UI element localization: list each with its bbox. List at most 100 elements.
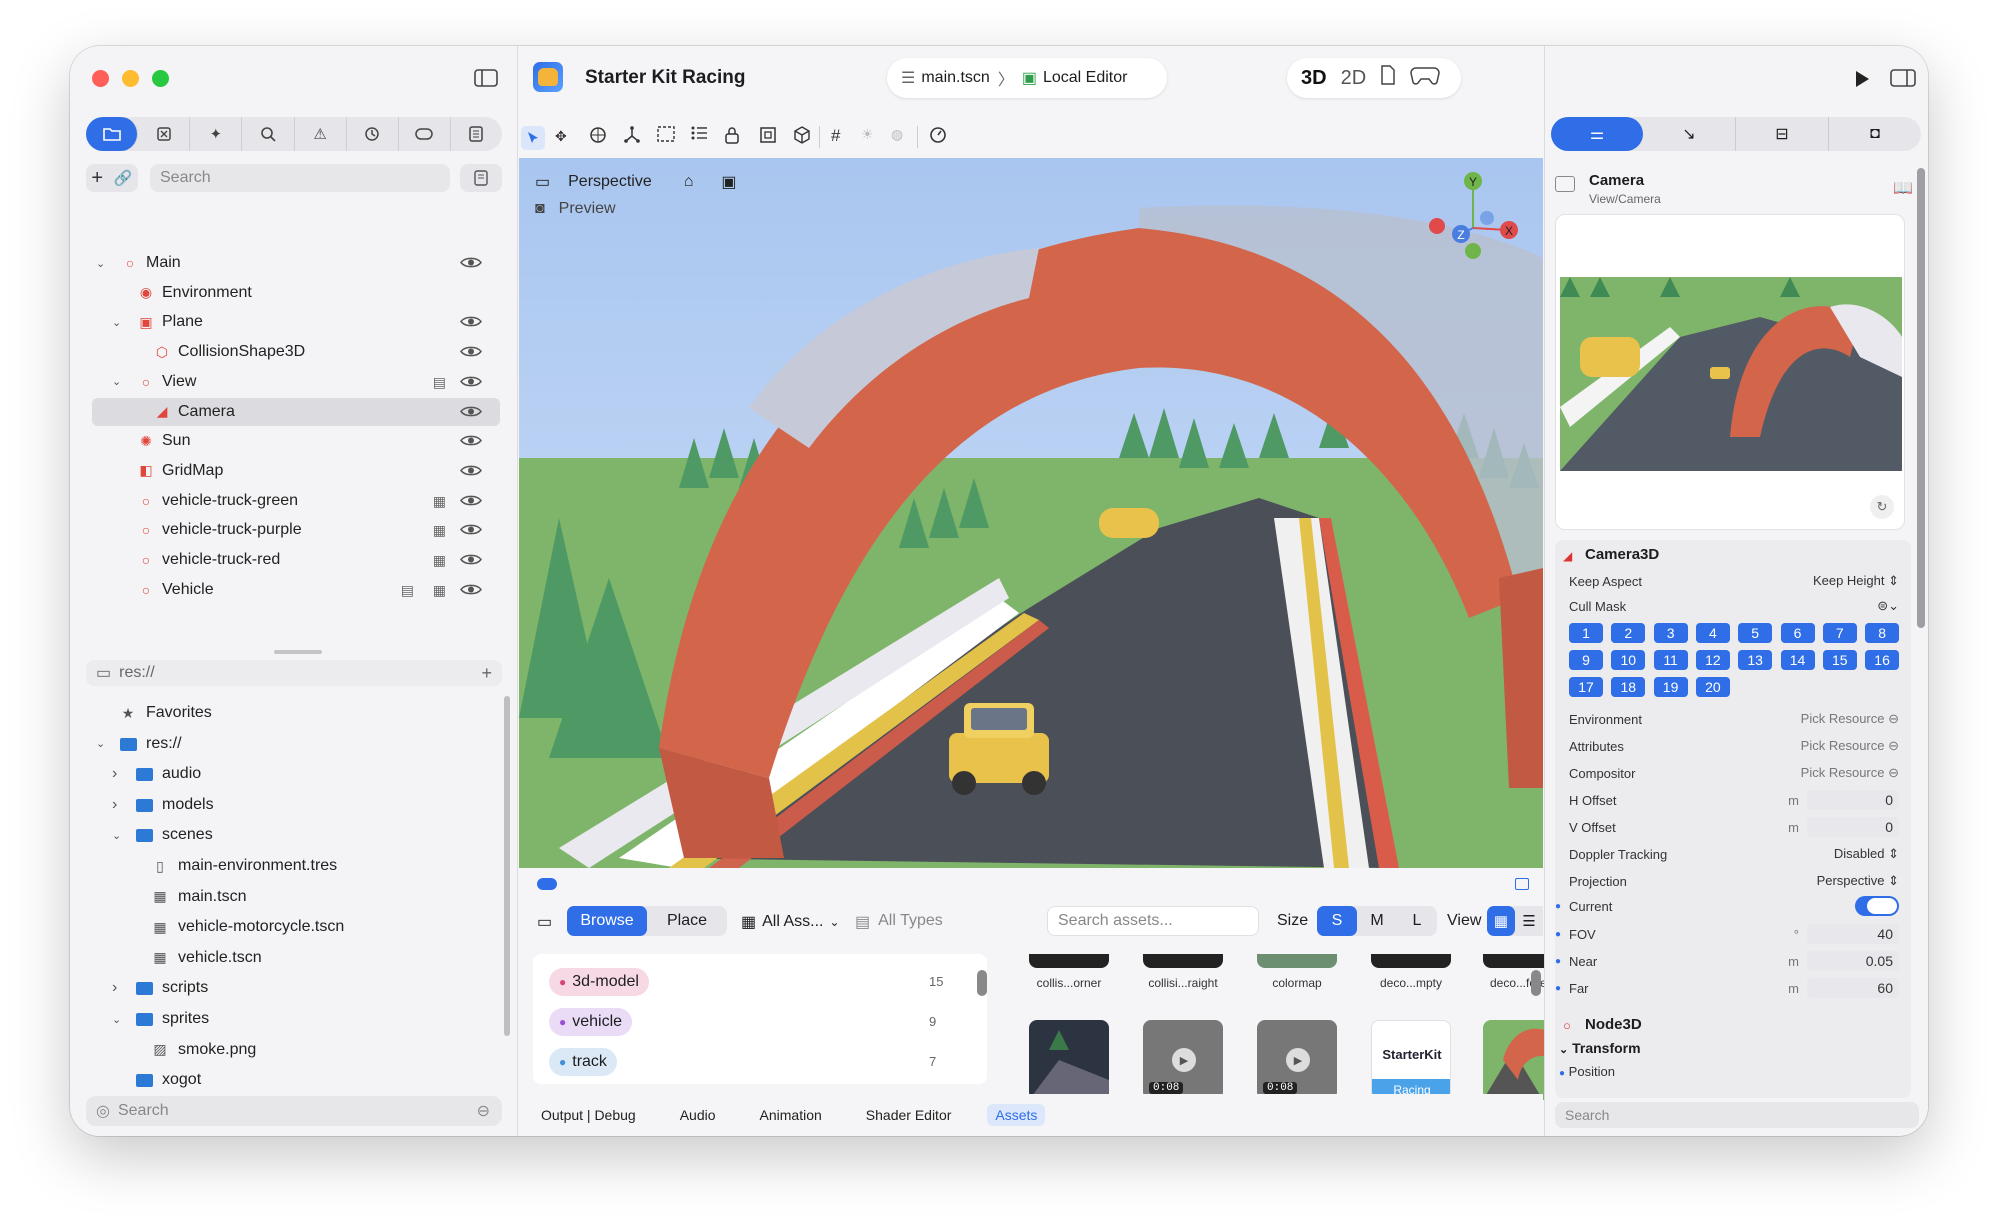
size-s-button[interactable]: S xyxy=(1317,906,1357,936)
cull-layer-button[interactable]: 7 xyxy=(1822,623,1857,643)
sun-preview-icon[interactable]: ☀ xyxy=(861,126,874,143)
asset-thumbnail[interactable] xyxy=(1143,954,1223,968)
scene-node[interactable]: ⬡ CollisionShape3D xyxy=(92,338,500,366)
script-attached-icon[interactable]: ▤ xyxy=(401,582,414,599)
3d-viewport[interactable]: ▭ Perspective ⌂ ▣ ◙ Preview Y X Z xyxy=(519,158,1543,868)
cube-icon[interactable] xyxy=(793,126,811,147)
environment-picker[interactable]: Pick Resource ⊖ xyxy=(1801,711,1899,727)
minimize-window-button[interactable] xyxy=(122,70,139,87)
file-item[interactable]: ▦ main.tscn xyxy=(92,883,500,911)
chevron-right-icon[interactable]: › xyxy=(112,979,126,997)
chevron-down-icon[interactable]: ⌄ xyxy=(96,737,110,750)
play-icon[interactable] xyxy=(1849,66,1875,92)
filesystem-scrollbar[interactable] xyxy=(504,696,510,1036)
file-item[interactable]: ▦ vehicle-motorcycle.tscn xyxy=(92,913,500,941)
inspector-toggle-icon[interactable] xyxy=(1889,66,1917,90)
place-tab[interactable]: Place xyxy=(647,906,727,936)
grid-snap-icon[interactable]: # xyxy=(831,126,840,146)
cull-layer-button[interactable]: 18 xyxy=(1611,677,1646,697)
list-icon[interactable] xyxy=(691,126,707,143)
group-icon[interactable] xyxy=(759,126,777,147)
axis-gizmo[interactable]: Y X Z xyxy=(1423,168,1523,268)
logo-asset-thumbnail[interactable]: StarterKit Racing xyxy=(1371,1020,1451,1100)
bottom-tab[interactable]: Output | Debug xyxy=(533,1104,644,1126)
chevron-down-icon[interactable]: ⌄ xyxy=(112,1013,126,1026)
cull-layer-button[interactable]: 14 xyxy=(1780,650,1815,670)
cull-layer-button[interactable]: 20 xyxy=(1695,677,1730,697)
visibility-eye-icon[interactable] xyxy=(460,434,482,447)
breadcrumb-editor[interactable]: Local Editor xyxy=(1043,69,1128,87)
file-item[interactable]: › models xyxy=(92,791,500,819)
cull-layer-button[interactable]: 13 xyxy=(1738,650,1773,670)
cull-layer-button[interactable]: 6 xyxy=(1780,623,1815,643)
asset-thumbnail[interactable] xyxy=(1257,954,1337,968)
files-tab[interactable] xyxy=(86,117,139,151)
far-field[interactable]: 60 xyxy=(1807,978,1899,998)
cull-layer-button[interactable]: 17 xyxy=(1569,677,1603,697)
scene-node[interactable]: ✺ Sun xyxy=(92,427,500,455)
chevron-right-icon[interactable]: › xyxy=(112,765,126,783)
docs-book-icon[interactable]: 📖 xyxy=(1893,178,1913,198)
cull-layer-button[interactable]: 12 xyxy=(1695,650,1730,670)
mode-2d-button[interactable]: 2D xyxy=(1341,67,1367,90)
cull-layer-button[interactable]: 15 xyxy=(1822,650,1857,670)
projection-select[interactable]: Perspective ⇕ xyxy=(1817,873,1899,889)
bottom-tab[interactable]: Assets xyxy=(987,1104,1046,1126)
inspector-tab-import[interactable]: ◘ xyxy=(1829,117,1921,151)
chevron-down-icon[interactable]: ⌄ xyxy=(112,829,126,842)
scene-node[interactable]: ◉ Environment xyxy=(92,279,500,307)
script-mode-icon[interactable] xyxy=(1380,65,1396,91)
visibility-eye-icon[interactable] xyxy=(460,523,482,536)
add-node-icon[interactable]: + xyxy=(91,167,103,190)
scene-node[interactable]: ⌄ ○ View ▤ xyxy=(92,368,500,396)
cull-layer-button[interactable]: 11 xyxy=(1653,650,1688,670)
frame-icon[interactable]: ▣ xyxy=(721,172,736,192)
cull-layer-button[interactable]: 1 xyxy=(1569,623,1603,643)
near-field[interactable]: 0.05 xyxy=(1807,951,1899,971)
history-tab[interactable] xyxy=(347,117,399,151)
fov-field[interactable]: 40 xyxy=(1807,924,1899,944)
file-item[interactable]: › audio xyxy=(92,760,500,788)
doppler-select[interactable]: Disabled ⇕ xyxy=(1834,846,1899,862)
asset-tag[interactable]: ● vehicle xyxy=(549,1008,633,1036)
scale-tool-icon[interactable] xyxy=(623,126,641,147)
add-file-icon[interactable]: + xyxy=(481,663,492,684)
video-asset-thumbnail[interactable]: ▶ 0:08 xyxy=(1143,1020,1223,1100)
file-item[interactable]: xogot xyxy=(92,1066,500,1094)
tags-scrollbar[interactable] xyxy=(977,970,987,996)
scene-node[interactable]: ⌄ ▣ Plane xyxy=(92,308,500,336)
filesystem-search-input[interactable]: ◎ Search ⊖ xyxy=(86,1096,502,1126)
cull-mask-menu-icon[interactable]: ⊜⌄ xyxy=(1877,598,1899,614)
asset-search-input[interactable]: Search assets... xyxy=(1047,906,1259,936)
link-icon[interactable]: 🔗 xyxy=(114,169,133,187)
cull-layer-button[interactable]: 19 xyxy=(1653,677,1688,697)
panel-resize-handle[interactable] xyxy=(274,650,322,654)
breadcrumb-scene[interactable]: main.tscn xyxy=(921,69,989,87)
visibility-eye-icon[interactable] xyxy=(460,583,482,596)
maximize-panel-icon[interactable] xyxy=(1515,878,1529,890)
asset-types-dropdown[interactable]: ▤ All Types xyxy=(855,912,943,932)
cull-layer-button[interactable]: 9 xyxy=(1569,650,1603,670)
sidebar-toggle-icon[interactable] xyxy=(474,68,498,88)
close-window-button[interactable] xyxy=(92,70,109,87)
search-options-icon[interactable]: ⊖ xyxy=(477,1101,490,1121)
file-item[interactable]: ⌄ res:// xyxy=(92,730,500,758)
tag-tab[interactable] xyxy=(399,117,451,151)
camera-icon[interactable]: ◙ xyxy=(535,200,545,218)
preview-button[interactable]: Preview xyxy=(559,200,616,218)
list-view-icon[interactable]: ☰ xyxy=(1515,906,1543,936)
attributes-picker[interactable]: Pick Resource ⊖ xyxy=(1801,738,1899,754)
visibility-eye-icon[interactable] xyxy=(460,315,482,328)
cull-layer-button[interactable]: 16 xyxy=(1865,650,1900,670)
file-item[interactable]: ★ Favorites xyxy=(92,699,500,727)
scene-tab[interactable] xyxy=(138,117,191,151)
browse-tab[interactable]: Browse xyxy=(567,906,647,936)
rect-select-icon[interactable] xyxy=(657,126,675,145)
chevron-down-icon[interactable]: ⌄ xyxy=(112,316,126,329)
scene-node[interactable]: ○ vehicle-truck-green ▦ xyxy=(92,487,500,515)
keep-aspect-select[interactable]: Keep Height ⇕ xyxy=(1813,573,1899,589)
visibility-eye-icon[interactable] xyxy=(460,345,482,358)
asset-thumbnail[interactable] xyxy=(1029,1020,1109,1100)
bottom-tab[interactable]: Audio xyxy=(672,1104,724,1126)
file-item[interactable]: ▨ smoke.png xyxy=(92,1036,500,1064)
